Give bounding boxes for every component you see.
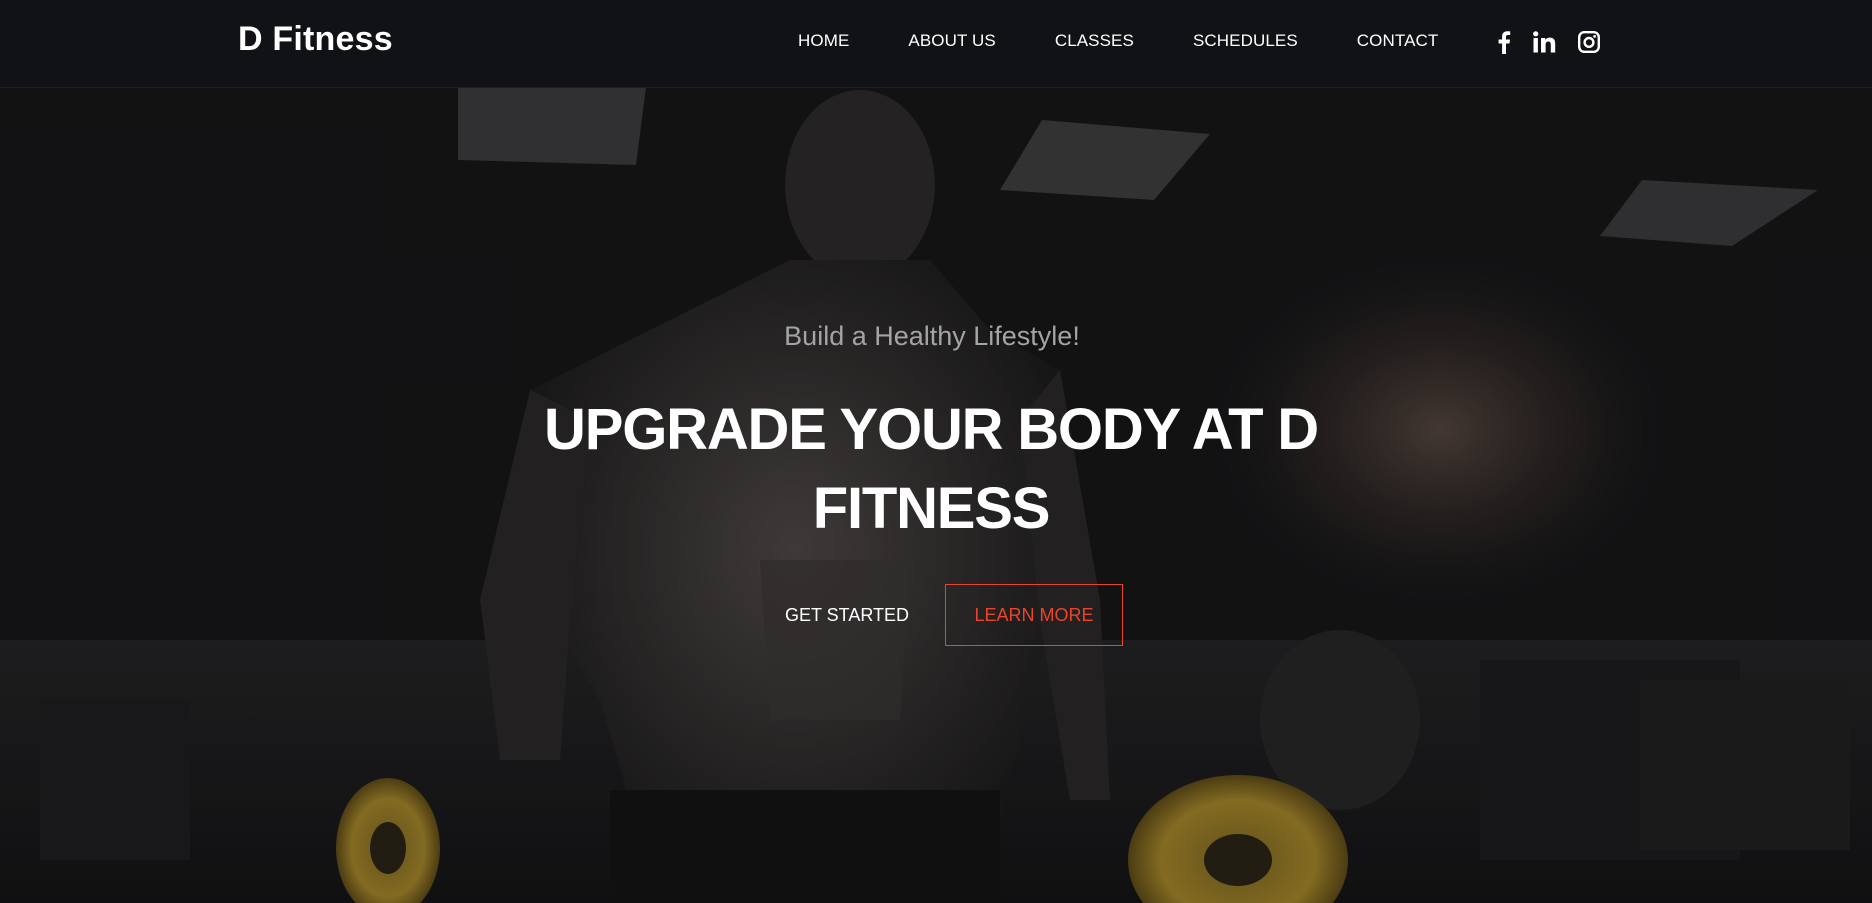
social-links: [1497, 30, 1601, 59]
brand-logo[interactable]: D Fitness: [238, 20, 393, 59]
landing-page: D Fitness HOME ABOUT US CLASSES SCHEDULE…: [0, 0, 1872, 903]
main-nav: HOME ABOUT US CLASSES SCHEDULES CONTACT: [798, 31, 1438, 51]
nav-schedules[interactable]: SCHEDULES: [1193, 31, 1298, 51]
linkedin-icon[interactable]: [1533, 31, 1556, 58]
facebook-icon[interactable]: [1497, 30, 1511, 59]
nav-about-us[interactable]: ABOUT US: [908, 31, 995, 51]
hero-cta-row: GET STARTED LEARN MORE: [0, 584, 1864, 646]
instagram-icon[interactable]: [1578, 31, 1601, 58]
site-header: D Fitness HOME ABOUT US CLASSES SCHEDULE…: [0, 0, 1872, 88]
learn-more-button[interactable]: LEARN MORE: [945, 584, 1124, 646]
nav-contact[interactable]: CONTACT: [1357, 31, 1439, 51]
nav-home[interactable]: HOME: [798, 31, 849, 51]
hero-headline: UPGRADE YOUR BODY AT D FITNESS: [544, 397, 1319, 541]
hero-tagline: Build a Healthy Lifestyle!: [784, 321, 1080, 351]
nav-classes[interactable]: CLASSES: [1055, 31, 1134, 51]
get-started-button[interactable]: GET STARTED: [785, 584, 909, 646]
